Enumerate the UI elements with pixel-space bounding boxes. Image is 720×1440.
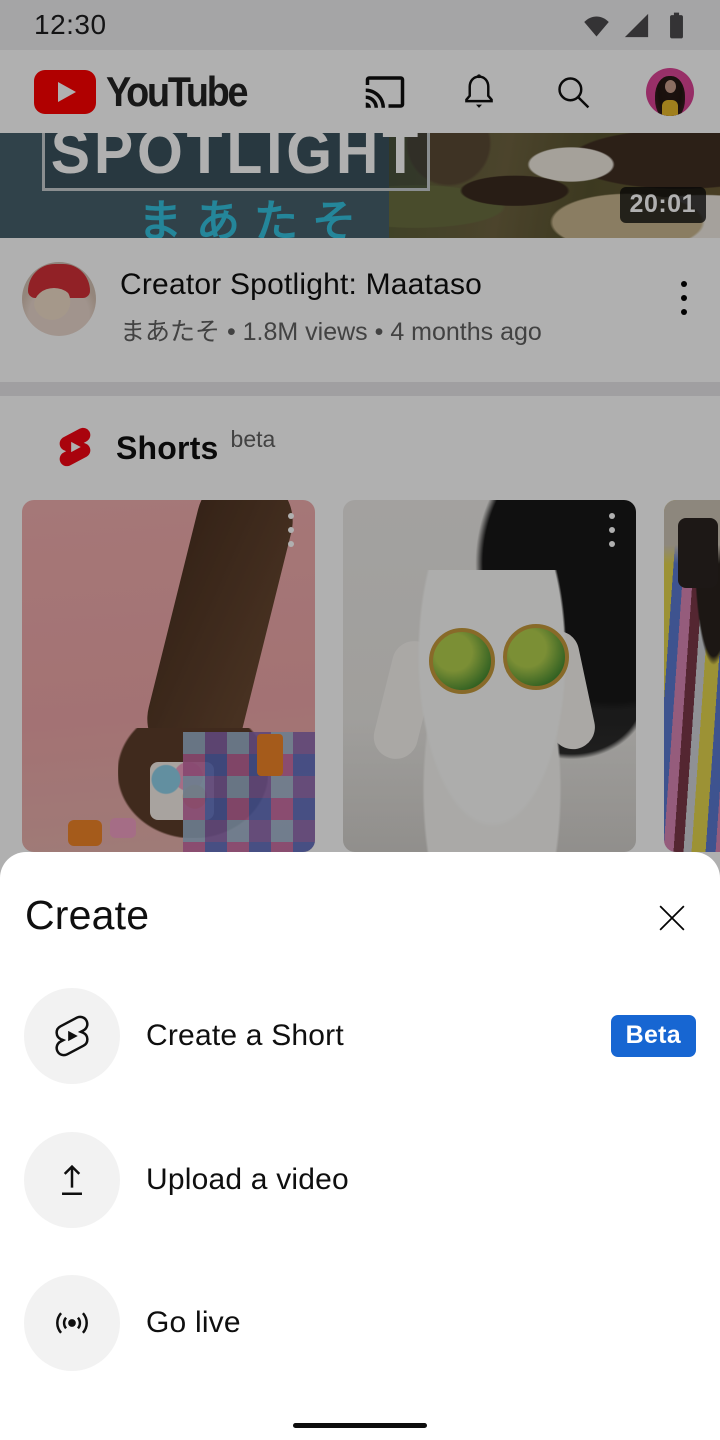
youtube-app-screen: 12:30 YouTube xyxy=(0,0,720,1440)
menu-item-go-live[interactable]: Go live xyxy=(0,1275,720,1371)
close-icon[interactable] xyxy=(650,896,694,940)
shorts-outline-icon xyxy=(24,988,120,1084)
sheet-header: Create xyxy=(0,852,720,982)
menu-item-label: Go live xyxy=(146,1306,241,1340)
go-live-icon xyxy=(24,1275,120,1371)
upload-icon xyxy=(24,1132,120,1228)
menu-item-label: Upload a video xyxy=(146,1163,349,1197)
home-indicator-handle[interactable] xyxy=(293,1423,427,1428)
sheet-title: Create xyxy=(25,892,149,939)
menu-item-upload-video[interactable]: Upload a video xyxy=(0,1132,720,1228)
create-bottom-sheet: Create Create a Short Beta Upload a vide xyxy=(0,852,720,1440)
menu-item-create-short[interactable]: Create a Short Beta xyxy=(0,988,720,1084)
menu-item-label: Create a Short xyxy=(146,1019,344,1053)
beta-badge: Beta xyxy=(611,1015,696,1057)
